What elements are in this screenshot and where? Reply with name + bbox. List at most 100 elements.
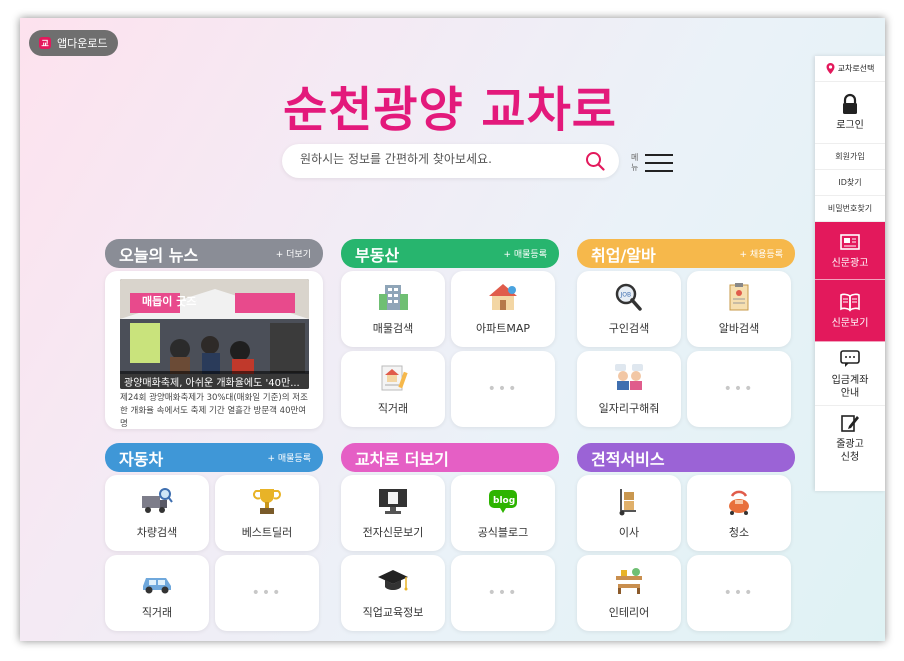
tile-more[interactable]: •••: [451, 555, 555, 631]
tile-find-job[interactable]: 일자리구해줘: [577, 351, 681, 427]
more-dots-icon: •••: [251, 585, 283, 601]
edit-document-icon: [841, 415, 859, 432]
search-input[interactable]: [300, 152, 570, 166]
tile-label: 구인검색: [608, 322, 650, 335]
tile-more[interactable]: •••: [687, 555, 791, 631]
tile-apartment-map[interactable]: 아파트MAP: [451, 271, 555, 347]
jobs-section: 취업/알바 + 채용등록 JOB 구인검색 알바검색 일자리구해줘 •••: [577, 239, 795, 429]
deposit-account-button[interactable]: 입금계좌 안내: [815, 342, 885, 406]
newspaper-ad-label: 신문광고: [831, 258, 869, 269]
side-quick-menu: 교차로선택 로그인 회원가입 ID찾기 비밀번호찾기 신문광고 신문보기 입금계…: [815, 56, 885, 491]
news-photo[interactable]: 매듭이 굿즈샵 광양매화축제, 아쉬운 개화율에도 '40만...: [120, 279, 309, 389]
app-download-label: 앱다운로드: [57, 37, 108, 50]
jobs-header: 취업/알바 + 채용등록: [577, 239, 795, 268]
house-map-icon: [489, 284, 517, 310]
site-title[interactable]: 순천광양 교차로: [280, 70, 620, 140]
cars-section: 자동차 + 매물등록 차량검색 베스트딜러 직거래 •••: [105, 443, 323, 633]
building-icon: [379, 285, 408, 310]
tile-official-blog[interactable]: blog 공식블로그: [451, 475, 555, 551]
news-more-link[interactable]: + 더보기: [276, 247, 311, 260]
tile-more[interactable]: •••: [687, 351, 791, 427]
svg-text:JOB: JOB: [620, 292, 632, 299]
line-ad-label-1: 줄광고: [836, 439, 864, 450]
tile-moving[interactable]: 이사: [577, 475, 681, 551]
more-dots-icon: •••: [487, 585, 519, 601]
line-ad-label-2: 신청: [840, 452, 860, 463]
more-dots-icon: •••: [723, 585, 755, 601]
tile-label: 청소: [728, 526, 750, 539]
deposit-label-2: 안내: [840, 387, 860, 399]
tile-label: 베스트딜러: [241, 526, 293, 539]
blog-icon: blog: [489, 490, 517, 513]
more-section: 교차로 더보기 전자신문보기 blog 공식블로그 직업교육정보 •••: [341, 443, 559, 633]
realestate-section: 부동산 + 매물등록 매물검색 아파트MAP 직거래 •••: [341, 239, 559, 429]
tile-parttime-search[interactable]: 알바검색: [687, 271, 791, 347]
job-magnifier-icon: JOB: [615, 283, 642, 311]
newspaper-view-label: 신문보기: [831, 318, 869, 329]
trophy-icon: [253, 489, 281, 514]
tile-car-search[interactable]: 차량검색: [105, 475, 209, 551]
page-frame: 교 앱다운로드 순천광양 교차로 메뉴 오늘의 뉴스 + 더보기: [20, 18, 885, 641]
deposit-label-1: 입금계좌: [831, 374, 869, 386]
truck-magnifier-icon: [142, 488, 173, 513]
resume-clipboard-icon: [729, 283, 749, 311]
app-download-button[interactable]: 교 앱다운로드: [29, 30, 118, 56]
estimate-title: 견적서비스: [591, 449, 665, 469]
jobs-register-link[interactable]: + 채용등록: [739, 247, 783, 260]
signup-link[interactable]: 회원가입: [815, 144, 885, 170]
open-book-icon: [840, 293, 860, 312]
newspaper-ad-button[interactable]: 신문광고: [815, 222, 885, 280]
newspaper-view-button[interactable]: 신문보기: [815, 280, 885, 342]
tile-label: 직업교육정보: [362, 606, 424, 619]
find-id-link[interactable]: ID찾기: [815, 170, 885, 196]
search-bar: [282, 144, 619, 178]
tile-label: 인테리어: [608, 606, 650, 619]
login-label: 로그인: [836, 120, 864, 131]
news-header: 오늘의 뉴스 + 더보기: [105, 239, 323, 268]
realestate-register-link[interactable]: + 매물등록: [503, 247, 547, 260]
tile-job-education[interactable]: 직업교육정보: [341, 555, 445, 631]
cars-register-link[interactable]: + 매물등록: [267, 451, 311, 464]
news-caption[interactable]: 광양매화축제, 아쉬운 개화율에도 '40만...: [120, 371, 309, 389]
cars-header: 자동차 + 매물등록: [105, 443, 323, 472]
tile-direct-deal[interactable]: 직거래: [341, 351, 445, 427]
tile-cleaning[interactable]: 청소: [687, 475, 791, 551]
tile-best-dealer[interactable]: 베스트딜러: [215, 475, 319, 551]
menu-hamburger-icon[interactable]: [645, 154, 675, 174]
hand-truck-icon: [619, 489, 636, 516]
jobs-title: 취업/알바: [591, 245, 656, 265]
realestate-header: 부동산 + 매물등록: [341, 239, 559, 268]
tile-more[interactable]: •••: [451, 351, 555, 427]
chat-bubble-icon: [840, 349, 860, 367]
login-button[interactable]: 로그인: [815, 82, 885, 144]
monitor-icon: [379, 489, 407, 514]
more-title: 교차로 더보기: [355, 449, 449, 469]
more-dots-icon: •••: [487, 381, 519, 397]
news-card[interactable]: 매듭이 굿즈샵 광양매화축제, 아쉬운 개화율에도 '40만... 제24회 광…: [105, 271, 323, 429]
location-pin-icon: [826, 63, 835, 74]
tile-job-search[interactable]: JOB 구인검색: [577, 271, 681, 347]
tile-label: 차량검색: [136, 526, 178, 539]
line-ad-request-button[interactable]: 줄광고 신청: [815, 406, 885, 470]
vacuum-cleaner-icon: [729, 490, 749, 515]
search-icon[interactable]: [585, 151, 605, 171]
tile-label: 이사: [618, 526, 640, 539]
tile-label: 공식블로그: [477, 526, 529, 539]
tile-label: 직거래: [141, 606, 173, 619]
news-title: 오늘의 뉴스: [119, 245, 199, 265]
lock-icon: [843, 93, 857, 114]
news-summary[interactable]: 제24회 광양매화축제가 30%대(매화일 기준)의 저조한 개화율 속에서도 …: [120, 392, 312, 431]
region-select-button[interactable]: 교차로선택: [815, 56, 885, 82]
tile-listing-search[interactable]: 매물검색: [341, 271, 445, 347]
realestate-title: 부동산: [355, 245, 400, 265]
find-password-link[interactable]: 비밀번호찾기: [815, 196, 885, 222]
tile-e-newspaper[interactable]: 전자신문보기: [341, 475, 445, 551]
interview-people-icon: [615, 364, 643, 390]
tile-more[interactable]: •••: [215, 555, 319, 631]
region-select-label: 교차로선택: [837, 64, 875, 73]
cars-title: 자동차: [119, 449, 164, 469]
more-dots-icon: •••: [723, 381, 755, 397]
tile-car-direct-deal[interactable]: 직거래: [105, 555, 209, 631]
tile-interior[interactable]: 인테리어: [577, 555, 681, 631]
more-header: 교차로 더보기: [341, 443, 559, 472]
